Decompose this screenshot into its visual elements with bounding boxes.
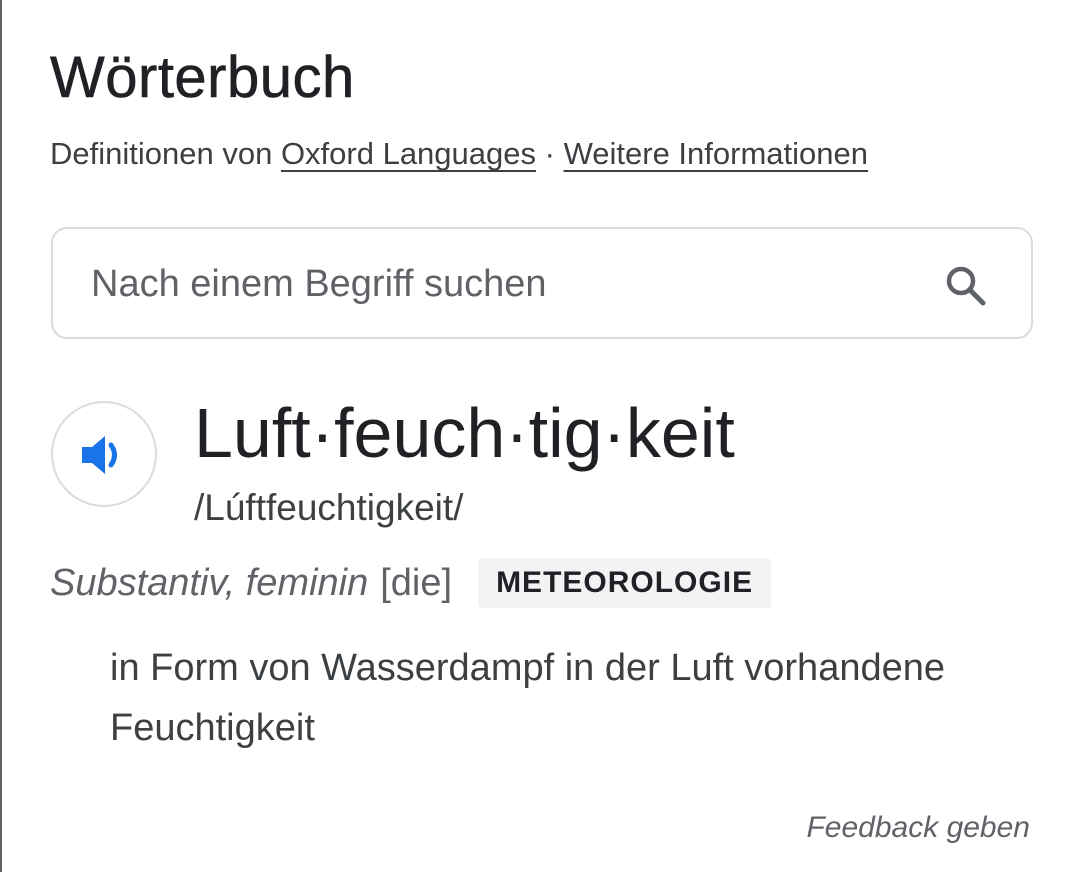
part-of-speech: Substantiv, feminin [50, 561, 369, 604]
headword: Luft·feuch·tig·keit [194, 394, 735, 472]
oxford-languages-link[interactable]: Oxford Languages [281, 136, 536, 171]
source-line: Definitionen von Oxford Languages · Weit… [50, 134, 868, 174]
grammar-line: Substantiv, feminin [die] METEOROLOGIE [50, 556, 772, 610]
more-info-link[interactable]: Weitere Informationen [564, 136, 868, 171]
search-box [51, 227, 1033, 339]
search-input[interactable] [91, 255, 911, 313]
dictionary-title: Wörterbuch [50, 45, 355, 111]
dictionary-card: Wörterbuch Definitionen von Oxford Langu… [0, 0, 1080, 872]
definition-text: in Form von Wasserdampf in der Luft vorh… [110, 647, 945, 749]
domain-badge: METEOROLOGIE [478, 558, 772, 608]
pronunciation-audio-button[interactable] [51, 401, 157, 507]
search-icon[interactable] [943, 263, 989, 309]
phonetic-transcription: /Lúftfeuchtigkeit/ [194, 487, 464, 528]
article: [die] [380, 561, 453, 604]
source-prefix: Definitionen von [50, 136, 281, 171]
feedback-link[interactable]: Feedback geben [806, 808, 1030, 848]
source-separator: · [536, 136, 564, 171]
